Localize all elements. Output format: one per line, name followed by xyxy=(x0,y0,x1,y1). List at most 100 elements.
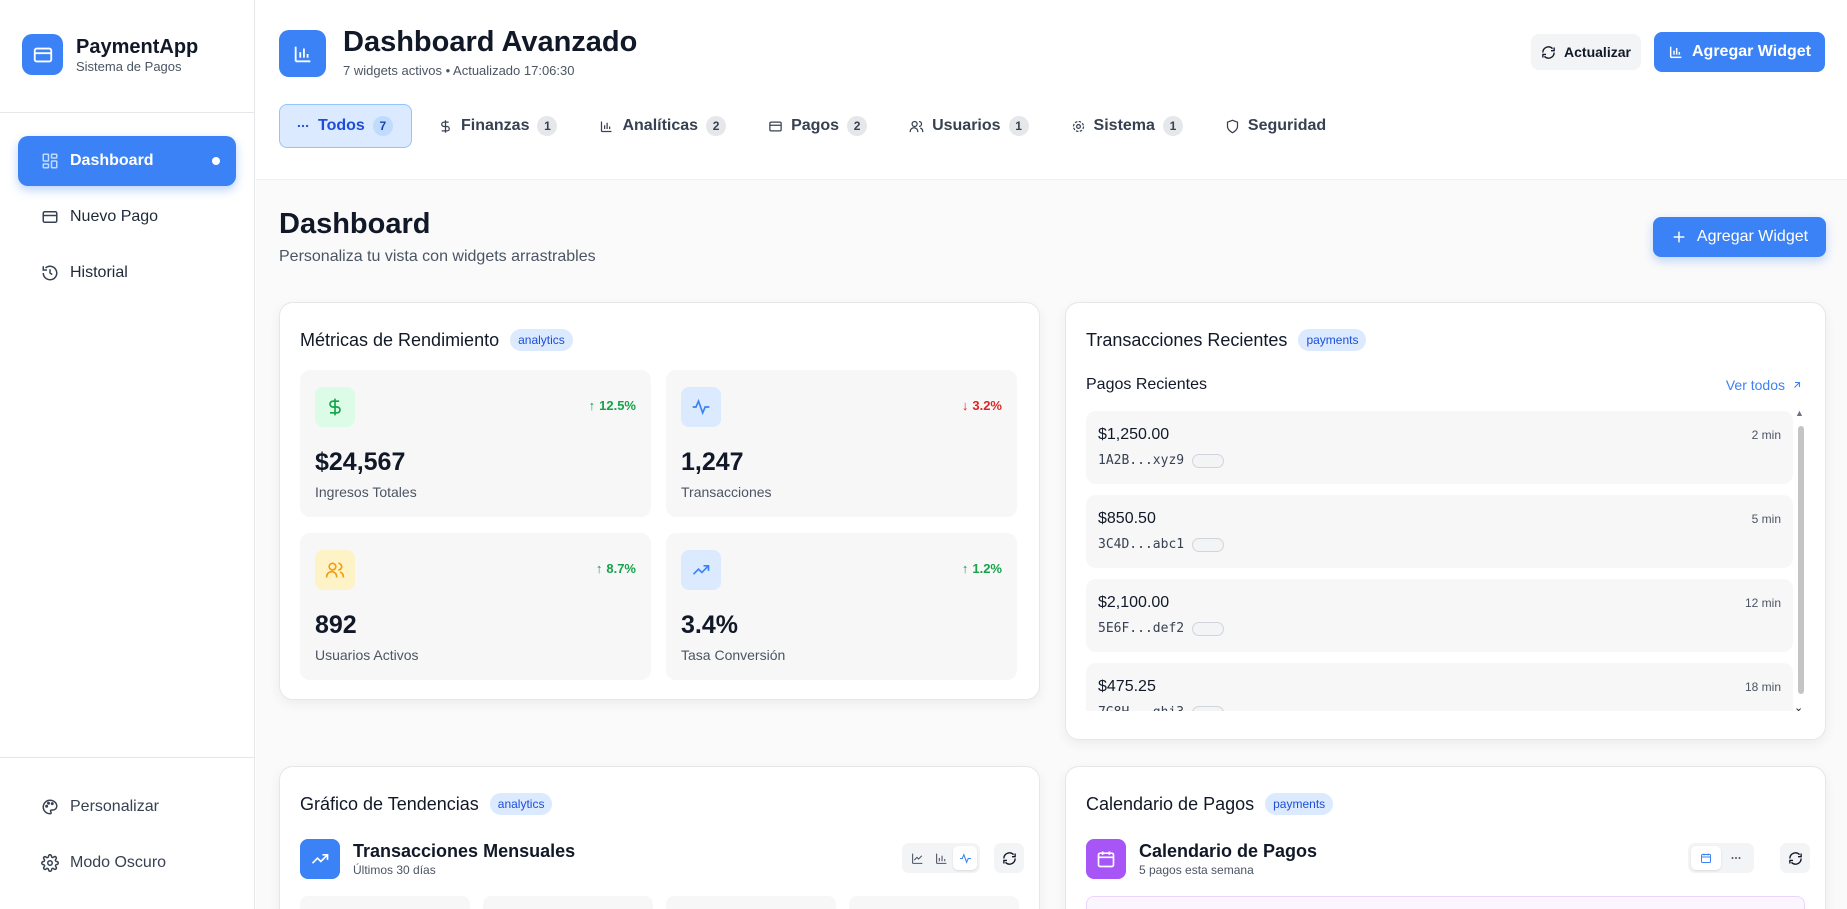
sidebar-item-dashboard[interactable]: Dashboard xyxy=(18,136,236,186)
users-icon xyxy=(909,119,924,134)
arrow-up-icon: ↑ xyxy=(588,398,596,413)
active-indicator xyxy=(212,157,220,165)
tab-todos[interactable]: Todos 7 xyxy=(279,104,412,148)
sidebar-item-personalizar[interactable]: Personalizar xyxy=(18,782,236,832)
dots-icon[interactable] xyxy=(1721,846,1751,870)
sidebar-item-label: Dashboard xyxy=(70,152,154,169)
sidebar-item-modo-oscuro[interactable]: Modo Oscuro xyxy=(18,838,236,888)
trending-up-icon xyxy=(300,839,340,879)
metric-value: 892 xyxy=(315,611,357,639)
add-widget-button[interactable]: Agregar Widget xyxy=(1654,32,1825,72)
tab-count: 2 xyxy=(706,116,727,136)
bar-chart-icon xyxy=(599,119,614,134)
sidebar: PaymentApp Sistema de Pagos Dashboard Nu… xyxy=(0,0,255,909)
tab-finanzas[interactable]: Finanzas 1 xyxy=(422,104,573,148)
category-tag: payments xyxy=(1265,793,1334,815)
status-badge xyxy=(1192,705,1225,711)
tab-pagos[interactable]: Pagos 2 xyxy=(752,104,883,148)
status-badge xyxy=(1192,537,1225,552)
chart-title: Transacciones Mensuales xyxy=(353,841,576,861)
metrics-widget[interactable]: Métricas de Rendimiento analytics ↑ 12.5… xyxy=(279,302,1040,700)
calendar-panel xyxy=(1086,896,1805,909)
tab-count: 7 xyxy=(372,116,393,136)
brand[interactable]: PaymentApp Sistema de Pagos xyxy=(22,34,198,75)
add-widget-label: Agregar Widget xyxy=(1692,43,1811,60)
page-subtitle: 7 widgets activos • Actualizado 17:06:30 xyxy=(343,63,575,78)
transaction-id-text: 1A2B...xyz9 xyxy=(1098,453,1185,468)
history-icon xyxy=(40,263,60,283)
refresh-button[interactable]: Actualizar xyxy=(1531,34,1641,70)
tab-label: Finanzas xyxy=(461,117,530,134)
activity-icon[interactable] xyxy=(953,846,977,870)
metric-label: Usuarios Activos xyxy=(315,647,419,663)
tab-seguridad[interactable]: Seguridad xyxy=(1209,104,1342,148)
bar-chart-icon[interactable] xyxy=(929,846,953,870)
list-item[interactable]: $1,250.00 2 min 1A2B...xyz9 xyxy=(1086,411,1793,484)
scrollbar[interactable] xyxy=(1798,426,1804,694)
tab-label: Pagos xyxy=(791,117,840,134)
list-item[interactable]: $850.50 5 min 3C4D...abc1 xyxy=(1086,495,1793,568)
shield-icon xyxy=(1225,119,1240,134)
add-widget-label: Agregar Widget xyxy=(1696,228,1809,245)
transactions-widget[interactable]: Transacciones Recientes payments Pagos R… xyxy=(1065,302,1826,740)
metric-change: ↓ 3.2% xyxy=(962,398,1002,413)
transaction-amount: $2,100.00 xyxy=(1098,594,1170,611)
dollar-icon xyxy=(438,119,453,134)
refresh-icon xyxy=(1002,851,1016,865)
widget-header: Métricas de Rendimiento analytics xyxy=(300,329,573,351)
scroll-up-arrow[interactable]: ▲ xyxy=(1795,408,1804,418)
calendar-widget[interactable]: Calendario de Pagos payments Calendario … xyxy=(1065,766,1826,909)
tab-count: 1 xyxy=(537,116,558,136)
tab-analiticas[interactable]: Analíticas 2 xyxy=(583,104,742,148)
tab-sistema[interactable]: Sistema 1 xyxy=(1055,104,1199,148)
sidebar-item-label: Nuevo Pago xyxy=(70,208,159,225)
gear-icon xyxy=(40,853,60,873)
plus-icon xyxy=(1671,229,1687,245)
tab-count: 2 xyxy=(847,116,868,136)
view-all-label: Ver todos xyxy=(1725,377,1785,393)
calendar-icon[interactable] xyxy=(1691,846,1721,870)
calendar-subtitle: 5 pagos esta semana xyxy=(1139,863,1254,877)
widget-header: Gráfico de Tendencias analytics xyxy=(300,793,553,815)
sidebar-item-label: Personalizar xyxy=(70,798,159,815)
trends-widget[interactable]: Gráfico de Tendencias analytics Transacc… xyxy=(279,766,1040,909)
transaction-amount: $850.50 xyxy=(1098,510,1156,527)
add-widget-button[interactable]: Agregar Widget xyxy=(1653,217,1826,257)
metric-change-value: 1.2% xyxy=(972,561,1002,576)
tab-label: Usuarios xyxy=(932,117,1001,134)
metric-card: ↑ 12.5% $24,567 Ingresos Totales xyxy=(300,370,651,517)
refresh-button[interactable] xyxy=(1780,843,1810,873)
tab-count: 1 xyxy=(1008,116,1029,136)
credit-card-icon xyxy=(768,119,783,134)
transaction-id: 3C4D...abc1 xyxy=(1098,537,1225,552)
stat-card xyxy=(666,896,836,909)
line-chart-icon[interactable] xyxy=(905,846,929,870)
sidebar-item-label: Modo Oscuro xyxy=(70,854,167,871)
refresh-button[interactable] xyxy=(994,843,1024,873)
divider xyxy=(0,757,255,758)
main-area: Dashboard Avanzado 7 widgets activos • A… xyxy=(256,0,1847,909)
category-tag: analytics xyxy=(489,793,553,815)
view-all-link[interactable]: Ver todos xyxy=(1726,377,1803,393)
list-item[interactable]: $475.25 18 min 7G8H...ghi3 xyxy=(1086,663,1793,711)
scroll-down-arrow[interactable]: ⌄ xyxy=(1794,701,1803,714)
sidebar-nav: Dashboard Nuevo Pago Historial xyxy=(18,136,236,304)
dots-icon xyxy=(296,119,310,133)
tab-label: Sistema xyxy=(1093,117,1155,134)
tab-usuarios[interactable]: Usuarios 1 xyxy=(893,104,1044,148)
widget-title: Métricas de Rendimiento xyxy=(300,329,500,350)
arrow-down-icon: ↓ xyxy=(961,398,969,413)
users-icon xyxy=(315,550,355,590)
list-item[interactable]: $2,100.00 12 min 5E6F...def2 xyxy=(1086,579,1793,652)
sidebar-item-nuevo-pago[interactable]: Nuevo Pago xyxy=(18,192,236,242)
widget-title: Calendario de Pagos xyxy=(1086,793,1255,814)
sidebar-item-label: Historial xyxy=(70,264,128,281)
transaction-id: 1A2B...xyz9 xyxy=(1098,453,1225,468)
transaction-id: 5E6F...def2 xyxy=(1098,621,1225,636)
metric-value: 3.4% xyxy=(681,611,738,639)
external-arrow-icon xyxy=(1791,379,1803,391)
calendar-header: Calendario de Pagos 5 pagos esta semana xyxy=(1086,839,1317,879)
sidebar-item-historial[interactable]: Historial xyxy=(18,248,236,298)
stat-card xyxy=(483,896,653,909)
gear-icon xyxy=(1071,119,1086,134)
